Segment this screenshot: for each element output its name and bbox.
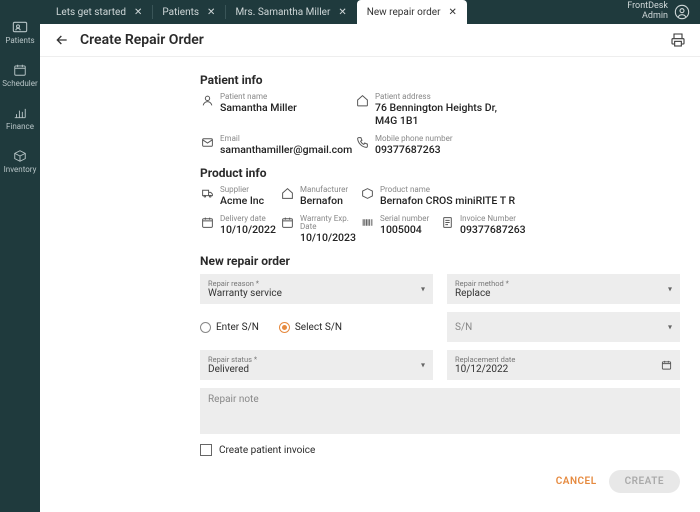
calendar-icon [12, 63, 28, 77]
sidebar-item-label: Finance [6, 122, 34, 131]
user-box[interactable]: FrontDeskAdmin [617, 0, 700, 24]
repair-reason-select[interactable]: Repair reason * Warranty service ▾ [200, 274, 433, 304]
receipt-icon [441, 216, 454, 229]
tab-new-repair-order[interactable]: New repair order✕ [357, 0, 467, 24]
sidebar-item-patients[interactable]: Patients [5, 20, 34, 45]
home-icon [356, 94, 369, 107]
create-invoice-checkbox[interactable] [200, 444, 212, 456]
serial-number: Serial number1005004 [360, 215, 440, 244]
create-invoice-label: Create patient invoice [219, 445, 315, 456]
new-repair-order-title: New repair order [200, 254, 680, 268]
chart-icon [12, 106, 28, 120]
invoice-number: Invoice Number09377687263 [440, 215, 530, 244]
tag-icon [361, 187, 374, 200]
user-circle-icon [674, 4, 690, 20]
repair-note-input[interactable]: Repair note [200, 388, 680, 434]
sidebar-item-finance[interactable]: Finance [6, 106, 34, 131]
truck-icon [201, 187, 214, 200]
sidebar-item-inventory[interactable]: Inventory [4, 149, 37, 174]
chevron-down-icon: ▾ [421, 361, 425, 370]
delivery-date: Delivery date10/10/2022 [200, 215, 280, 244]
patient-address: Patient address76 Bennington Heights Dr,… [355, 93, 520, 127]
left-sidebar: Patients Scheduler Finance Inventory [0, 0, 40, 512]
calendar-icon [661, 360, 672, 371]
sn-select[interactable]: S/N ▾ [447, 312, 680, 342]
sidebar-item-scheduler[interactable]: Scheduler [2, 63, 37, 88]
chevron-down-icon: ▾ [668, 323, 672, 332]
tab-lets-get-started[interactable]: Lets get started✕ [46, 0, 152, 24]
replacement-date-input[interactable]: Replacement date 10/12/2022 [447, 350, 680, 380]
patient-info-title: Patient info [200, 73, 680, 87]
print-button[interactable] [670, 32, 686, 48]
warranty-exp: Warranty Exp. Date10/10/2023 [280, 215, 360, 244]
calendar-icon [281, 216, 294, 229]
product-info-title: Product info [200, 166, 680, 180]
repair-method-select[interactable]: Repair method * Replace ▾ [447, 274, 680, 304]
radio-select-sn[interactable]: Select S/N [279, 322, 342, 333]
close-icon[interactable]: ✕ [448, 7, 456, 18]
sidebar-item-label: Patients [5, 36, 34, 45]
factory-icon [281, 187, 294, 200]
page-title: Create Repair Order [80, 32, 204, 48]
patient-email: Emailsamanthamiller@gmail.com [200, 135, 355, 156]
calendar-check-icon [201, 216, 214, 229]
supplier: SupplierAcme Inc [200, 186, 280, 207]
tab-patient-detail[interactable]: Mrs. Samantha Miller✕ [225, 0, 356, 24]
close-icon[interactable]: ✕ [338, 7, 346, 18]
chevron-down-icon: ▾ [421, 285, 425, 294]
patient-name: Patient nameSamantha Miller [200, 93, 355, 127]
repair-status-select[interactable]: Repair status * Delivered ▾ [200, 350, 433, 380]
id-card-icon [12, 20, 28, 34]
manufacturer: ManufacturerBernafon [280, 186, 360, 207]
tab-bar: Lets get started✕ Patients✕ Mrs. Samanth… [40, 0, 700, 24]
close-icon[interactable]: ✕ [134, 7, 142, 18]
tab-patients[interactable]: Patients✕ [152, 0, 225, 24]
radio-enter-sn[interactable]: Enter S/N [200, 322, 259, 333]
mail-icon [201, 136, 214, 149]
chevron-down-icon: ▾ [668, 285, 672, 294]
back-arrow-icon[interactable] [54, 32, 70, 48]
close-icon[interactable]: ✕ [207, 7, 215, 18]
patient-phone: Mobile phone number09377687263 [355, 135, 520, 156]
product-name: Product nameBernafon CROS miniRITE T R [360, 186, 520, 207]
barcode-icon [361, 216, 374, 229]
create-button[interactable]: CREATE [609, 470, 680, 493]
sidebar-item-label: Scheduler [2, 79, 37, 88]
person-icon [201, 94, 214, 107]
sidebar-item-label: Inventory [4, 165, 37, 174]
cancel-button[interactable]: CANCEL [556, 476, 597, 487]
print-icon [670, 32, 686, 48]
phone-icon [356, 136, 369, 149]
box-icon [12, 149, 28, 163]
